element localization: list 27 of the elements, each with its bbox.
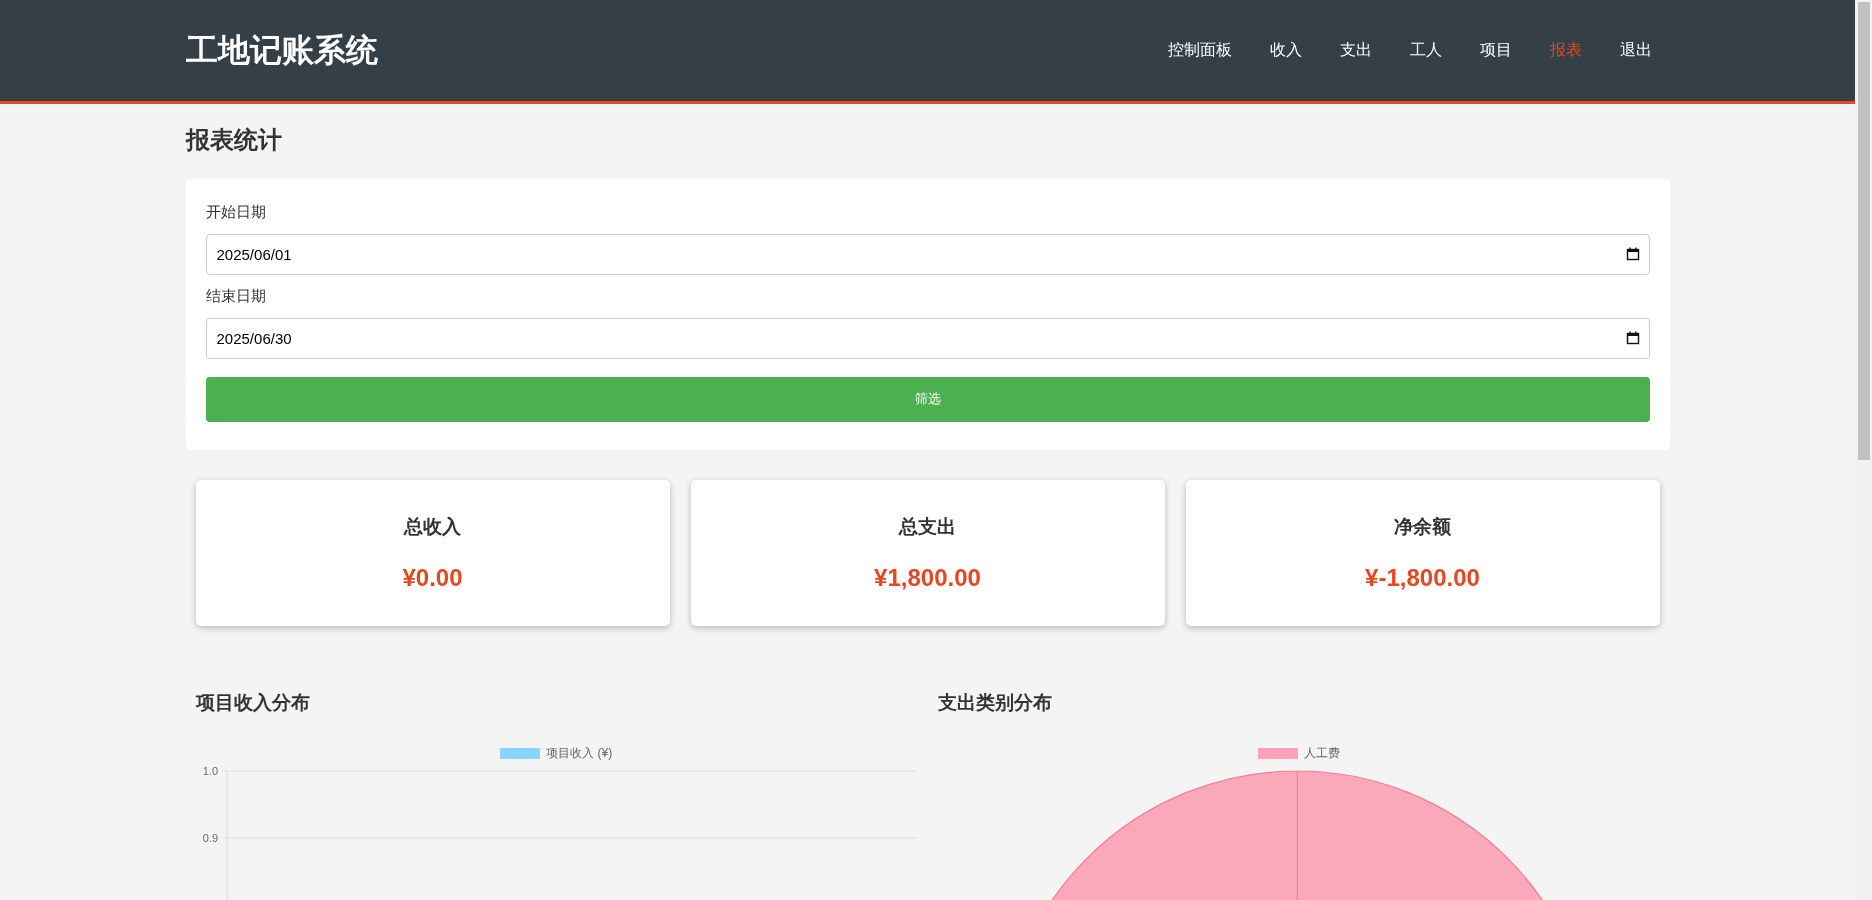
calendar-icon[interactable] bbox=[1625, 330, 1640, 345]
field-label: 结束日期 bbox=[205, 286, 267, 306]
nav-link[interactable]: 收入 bbox=[1250, 34, 1321, 67]
axis-tick-label: 1.0 bbox=[202, 764, 218, 777]
card-amount: ¥0.00 bbox=[402, 563, 463, 592]
calendar-icon[interactable] bbox=[1625, 246, 1640, 261]
chart-title: 项目收入分布 bbox=[195, 690, 311, 715]
nav-link[interactable]: 控制面板 bbox=[1148, 34, 1251, 67]
card-title: 总支出 bbox=[899, 514, 956, 539]
card-title: 净余额 bbox=[1394, 514, 1451, 539]
legend-label: 项目收入 (¥) bbox=[546, 745, 613, 763]
card-title: 总收入 bbox=[404, 514, 461, 539]
date-field[interactable]: 2025/06/01 bbox=[205, 233, 1650, 275]
app-logo: 工地记账系统 bbox=[185, 30, 378, 70]
nav-link[interactable]: 工人 bbox=[1390, 34, 1461, 67]
nav-link[interactable]: 退出 bbox=[1600, 34, 1652, 67]
legend-label: 人工费 bbox=[1303, 745, 1340, 763]
chart-title: 支出类别分布 bbox=[938, 690, 1053, 715]
card-amount: ¥1,800.00 bbox=[874, 563, 981, 592]
date-field[interactable]: 2025/06/30 bbox=[205, 317, 1650, 359]
nav-link[interactable]: 项目 bbox=[1460, 34, 1531, 67]
field-label: 开始日期 bbox=[205, 202, 267, 222]
axis-tick-label: 0.9 bbox=[202, 831, 218, 844]
scrollbar-thumb[interactable] bbox=[1858, 2, 1870, 460]
card-amount: ¥-1,800.00 bbox=[1365, 563, 1480, 592]
nav-link[interactable]: 支出 bbox=[1320, 34, 1391, 67]
page-title: 报表统计 bbox=[185, 126, 283, 155]
